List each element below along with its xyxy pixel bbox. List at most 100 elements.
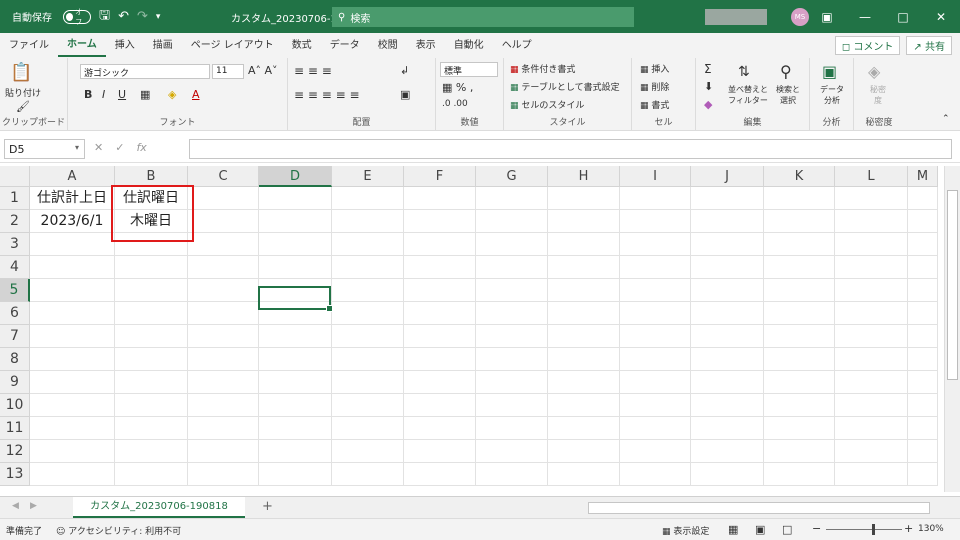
column-header-D[interactable]: D — [259, 166, 332, 187]
page-break-view-icon[interactable]: □ — [782, 523, 792, 536]
cell-F8[interactable] — [404, 348, 476, 371]
cell-K6[interactable] — [764, 302, 835, 325]
tab-2[interactable]: 挿入 — [106, 33, 144, 58]
collapse-ribbon-icon[interactable]: ⌃ — [942, 114, 950, 124]
cell-E4[interactable] — [332, 256, 404, 279]
horizontal-scrollbar[interactable] — [588, 502, 930, 514]
cell-M3[interactable] — [908, 233, 938, 256]
column-header-G[interactable]: G — [476, 166, 548, 187]
cell-J4[interactable] — [691, 256, 764, 279]
cell-I10[interactable] — [620, 394, 691, 417]
cell-C10[interactable] — [188, 394, 259, 417]
cell-E8[interactable] — [332, 348, 404, 371]
row-header-3[interactable]: 3 — [0, 233, 30, 256]
autosave-toggle[interactable]: オフ — [63, 8, 91, 26]
paste-icon[interactable]: 📋 — [10, 62, 32, 83]
customize-qat-icon[interactable]: ▾ — [156, 12, 161, 22]
cell-K1[interactable] — [764, 187, 835, 210]
column-header-M[interactable]: M — [908, 166, 938, 187]
cell-D1[interactable] — [259, 187, 332, 210]
tab-3[interactable]: 描画 — [144, 33, 182, 58]
cell-G12[interactable] — [476, 440, 548, 463]
decimal-icon[interactable]: .0 .00 — [442, 99, 468, 109]
cell-L11[interactable] — [835, 417, 908, 440]
cell-H2[interactable] — [548, 210, 620, 233]
cell-G10[interactable] — [476, 394, 548, 417]
cell-I6[interactable] — [620, 302, 691, 325]
cell-L3[interactable] — [835, 233, 908, 256]
cell-L13[interactable] — [835, 463, 908, 486]
cell-H1[interactable] — [548, 187, 620, 210]
cell-J8[interactable] — [691, 348, 764, 371]
cell-J12[interactable] — [691, 440, 764, 463]
cell-style-button[interactable]: ▦ セルのスタイル — [510, 98, 584, 111]
column-header-A[interactable]: A — [30, 166, 115, 187]
close-icon[interactable]: ✕ — [922, 0, 960, 33]
column-header-J[interactable]: J — [691, 166, 764, 187]
cell-H9[interactable] — [548, 371, 620, 394]
cell-G13[interactable] — [476, 463, 548, 486]
underline-icon[interactable]: U — [118, 88, 126, 101]
cell-J1[interactable] — [691, 187, 764, 210]
cell-C7[interactable] — [188, 325, 259, 348]
cell-L6[interactable] — [835, 302, 908, 325]
cell-M8[interactable] — [908, 348, 938, 371]
tab-6[interactable]: データ — [321, 33, 369, 58]
cell-A9[interactable] — [30, 371, 115, 394]
zoom-in-icon[interactable]: + — [904, 522, 913, 535]
row-header-2[interactable]: 2 — [0, 210, 30, 233]
cell-I3[interactable] — [620, 233, 691, 256]
column-header-H[interactable]: H — [548, 166, 620, 187]
cell-A6[interactable] — [30, 302, 115, 325]
cell-M13[interactable] — [908, 463, 938, 486]
cell-C2[interactable] — [188, 210, 259, 233]
tab-8[interactable]: 表示 — [407, 33, 445, 58]
cell-L4[interactable] — [835, 256, 908, 279]
cell-I11[interactable] — [620, 417, 691, 440]
cell-C5[interactable] — [188, 279, 259, 302]
cell-C13[interactable] — [188, 463, 259, 486]
cell-F1[interactable] — [404, 187, 476, 210]
row-header-7[interactable]: 7 — [0, 325, 30, 348]
cell-K8[interactable] — [764, 348, 835, 371]
tab-7[interactable]: 校閲 — [369, 33, 407, 58]
cell-B7[interactable] — [115, 325, 188, 348]
sheet-tab[interactable]: カスタム_20230706-190818 — [73, 497, 245, 518]
cell-F4[interactable] — [404, 256, 476, 279]
zoom-level[interactable]: 130% — [918, 524, 944, 534]
align-left-icon[interactable]: ≡ ≡ ≡ ≡ ≡ — [294, 88, 360, 102]
cell-G1[interactable] — [476, 187, 548, 210]
cell-J11[interactable] — [691, 417, 764, 440]
cell-C1[interactable] — [188, 187, 259, 210]
cell-C3[interactable] — [188, 233, 259, 256]
cell-I4[interactable] — [620, 256, 691, 279]
sort-filter-icon[interactable]: ⇅ — [738, 64, 750, 80]
cell-F3[interactable] — [404, 233, 476, 256]
cell-H8[interactable] — [548, 348, 620, 371]
fill-color-icon[interactable]: ◈ — [168, 88, 176, 101]
cell-K13[interactable] — [764, 463, 835, 486]
cell-E5[interactable] — [332, 279, 404, 302]
cell-G6[interactable] — [476, 302, 548, 325]
accessibility-status[interactable]: ☺ アクセシビリティ: 利用不可 — [56, 524, 181, 537]
cell-I7[interactable] — [620, 325, 691, 348]
cell-D8[interactable] — [259, 348, 332, 371]
column-header-F[interactable]: F — [404, 166, 476, 187]
cell-G11[interactable] — [476, 417, 548, 440]
cell-D2[interactable] — [259, 210, 332, 233]
cell-A4[interactable] — [30, 256, 115, 279]
cell-L10[interactable] — [835, 394, 908, 417]
cell-B12[interactable] — [115, 440, 188, 463]
cell-I9[interactable] — [620, 371, 691, 394]
italic-icon[interactable]: I — [102, 88, 105, 101]
comments-button[interactable]: ◻ コメント — [834, 36, 901, 55]
cell-C11[interactable] — [188, 417, 259, 440]
cell-H6[interactable] — [548, 302, 620, 325]
cell-E10[interactable] — [332, 394, 404, 417]
scrollbar-thumb[interactable] — [947, 190, 958, 380]
column-header-K[interactable]: K — [764, 166, 835, 187]
minimize-icon[interactable]: — — [846, 0, 884, 33]
cell-M11[interactable] — [908, 417, 938, 440]
cell-I8[interactable] — [620, 348, 691, 371]
cell-G7[interactable] — [476, 325, 548, 348]
